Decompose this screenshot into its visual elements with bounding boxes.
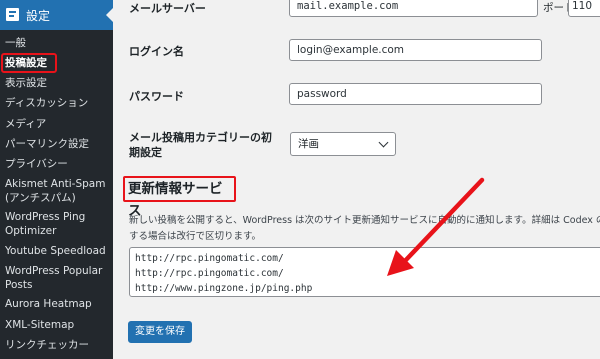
default-category-label: メール投稿用カテゴリーの初期設定 — [129, 131, 272, 159]
chevron-down-icon — [378, 137, 389, 148]
sidebar-item-discussion[interactable]: ディスカッション — [5, 96, 113, 110]
current-menu-pointer — [106, 8, 113, 22]
sidebar-item-ping-optimizer[interactable]: WordPress Ping Optimizer — [5, 210, 107, 238]
sidebar-item-media[interactable]: メディア — [5, 117, 113, 131]
password-input[interactable]: password — [289, 83, 542, 105]
sidebar-header-label: 設定 — [26, 9, 51, 23]
sidebar-item-youtube-speedload[interactable]: Youtube Speedload — [5, 244, 113, 258]
mail-server-input[interactable]: mail.example.com — [289, 0, 538, 17]
password-label: パスワード — [129, 90, 184, 103]
sidebar-item-privacy[interactable]: プライバシー — [5, 157, 113, 171]
update-services-description: 新しい投稿を公開すると、WordPress は次のサイト更新通知サービスに自動的… — [129, 212, 600, 226]
login-name-input[interactable]: login@example.com — [289, 39, 542, 61]
admin-sidebar: 設定 一般 投稿設定 表示設定 ディスカッション メディア パーマリンク設定 プ… — [0, 0, 113, 359]
sidebar-item-general[interactable]: 一般 — [5, 36, 113, 50]
port-input[interactable]: 110 — [568, 0, 600, 17]
sidebar-item-akismet[interactable]: Akismet Anti-Spam (アンチスパム) — [5, 177, 107, 205]
description-text: 新しい投稿を公開すると、WordPress は次のサイト更新通知サービスに自動的… — [129, 215, 600, 226]
sidebar-item-permalinks[interactable]: パーマリンク設定 — [5, 137, 113, 151]
update-services-heading: 更新情報サービス — [123, 176, 236, 219]
update-services-description-2: する場合は改行で区切ります。 — [129, 231, 262, 242]
ping-url: http://www.pingzone.jp/ping.php — [135, 283, 313, 294]
sidebar-item-reading[interactable]: 表示設定 — [5, 76, 113, 90]
ping-url: http://rpc.pingomatic.com/ — [135, 253, 284, 264]
mail-server-label: メールサーバー — [129, 2, 206, 15]
sidebar-item-xml-sitemap[interactable]: XML-Sitemap — [5, 318, 113, 332]
ping-services-textarea[interactable]: http://rpc.pingomatic.com/ http://rpc.pi… — [129, 247, 600, 297]
default-category-value: 洋画 — [298, 138, 319, 150]
login-name-label: ログイン名 — [129, 45, 184, 58]
ping-url: http://rpc.pingomatic.com/ — [135, 268, 284, 279]
sidebar-settings-header[interactable]: 設定 — [0, 0, 113, 30]
sidebar-item-aurora-heatmap[interactable]: Aurora Heatmap — [5, 297, 113, 311]
settings-icon — [6, 8, 19, 21]
highlight-box-writing — [1, 53, 57, 73]
sidebar-item-popular-posts[interactable]: WordPress Popular Posts — [5, 264, 107, 292]
save-changes-button[interactable]: 変更を保存 — [128, 321, 192, 343]
sidebar-item-link-checker[interactable]: リンクチェッカー — [5, 338, 113, 352]
settings-main: メールサーバー mail.example.com ポート 110 ログイン名 l… — [113, 0, 600, 359]
default-category-select[interactable]: 洋画 — [290, 132, 396, 156]
